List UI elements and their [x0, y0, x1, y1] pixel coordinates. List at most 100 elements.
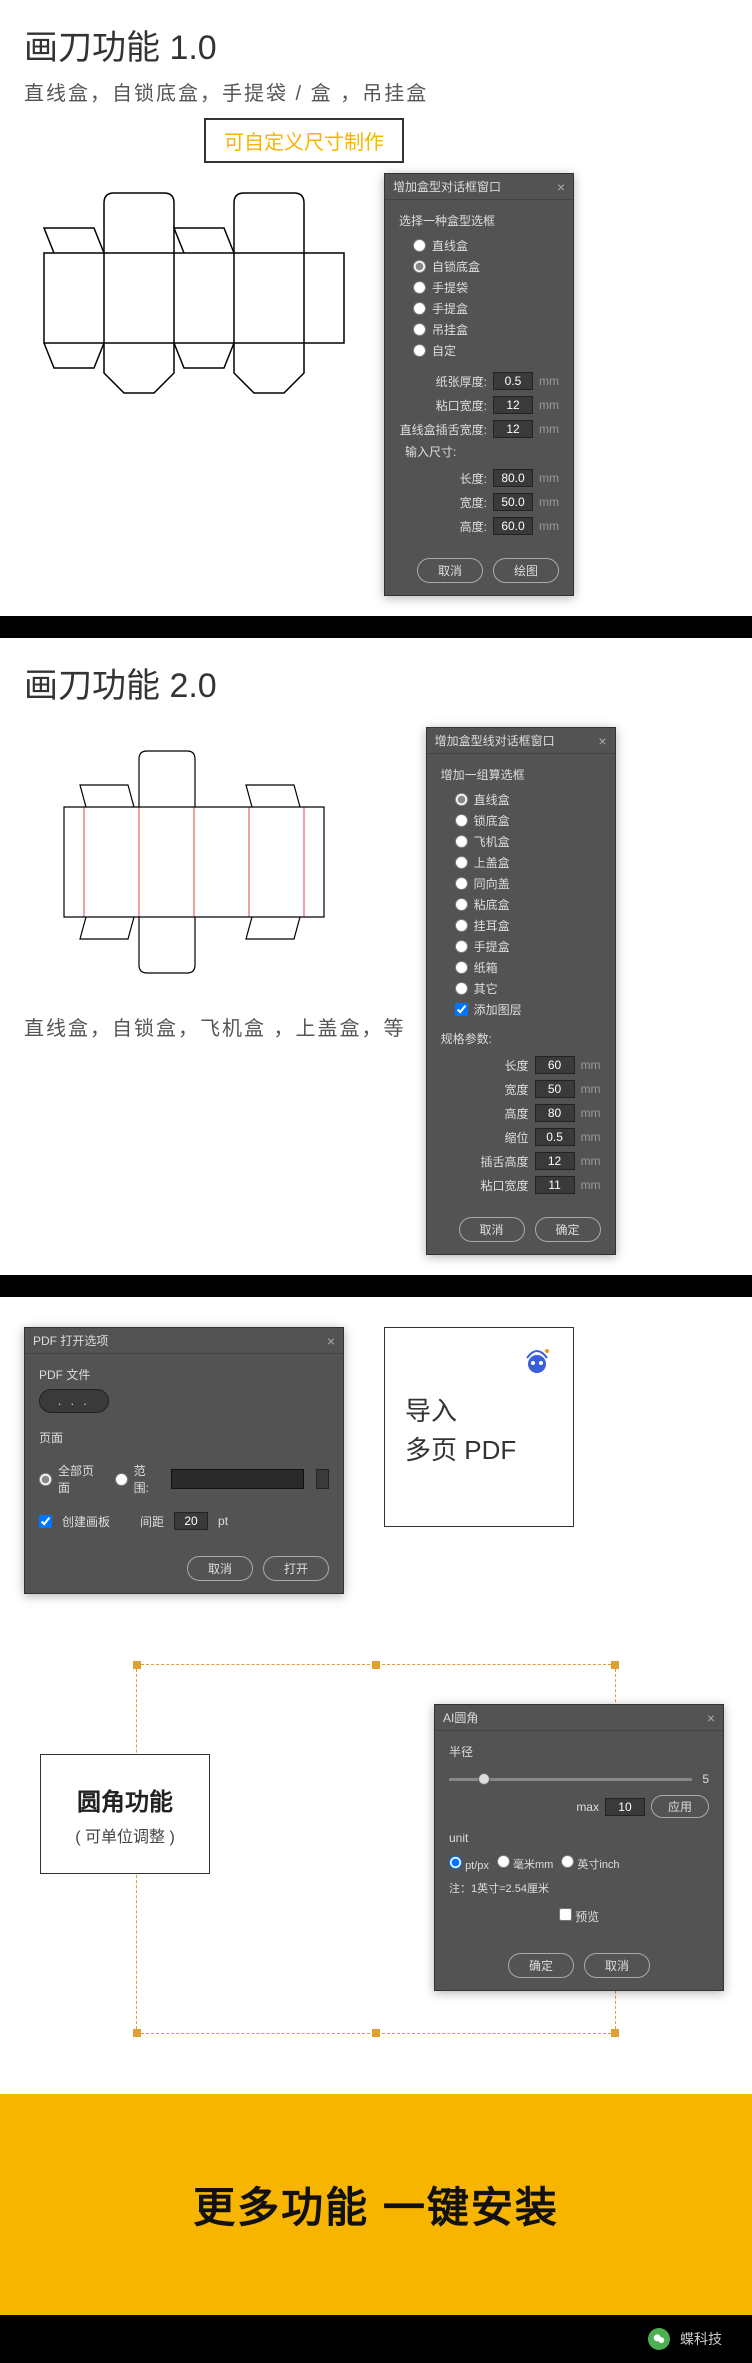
box-type-radio-row[interactable]: 手提袋: [399, 277, 559, 298]
field-label: 插舌高度: [441, 1153, 529, 1170]
artboard-handle[interactable]: [133, 2029, 141, 2037]
box-type-radio[interactable]: [455, 793, 468, 806]
preview-checkbox[interactable]: [559, 1908, 572, 1921]
box-type-radio[interactable]: [413, 323, 426, 336]
artboard-handle[interactable]: [611, 2029, 619, 2037]
box-type-radio-row[interactable]: 锁底盒: [441, 810, 601, 831]
box-type-radio-row[interactable]: 上盖盒: [441, 852, 601, 873]
artboard-handle[interactable]: [133, 1661, 141, 1669]
box-type-radio-row[interactable]: 纸箱: [441, 957, 601, 978]
draw-button[interactable]: 绘图: [493, 558, 559, 583]
add-layer-checkbox[interactable]: [455, 1003, 468, 1016]
field-input[interactable]: 12: [493, 420, 533, 438]
box-type-radio-row[interactable]: 手提盒: [441, 936, 601, 957]
box-type-radio[interactable]: [455, 898, 468, 911]
unit-inch-label: 英寸inch: [577, 1859, 619, 1871]
box-type-radio-row[interactable]: 挂耳盒: [441, 915, 601, 936]
unit-ptpx-radio[interactable]: [449, 1856, 462, 1869]
close-icon[interactable]: ×: [557, 179, 565, 195]
cancel-button[interactable]: 取消: [187, 1556, 253, 1581]
box-type-radio[interactable]: [413, 281, 426, 294]
box-type-radio[interactable]: [413, 344, 426, 357]
preview-label: 预览: [575, 1910, 599, 1924]
field-input[interactable]: 80.0: [493, 469, 533, 487]
field-input[interactable]: 0.5: [493, 372, 533, 390]
unit-inch-radio[interactable]: [561, 1855, 574, 1868]
box-type-radio[interactable]: [455, 919, 468, 932]
field-input[interactable]: 11: [535, 1176, 575, 1194]
box-dialog-1: 增加盒型对话框窗口 × 选择一种盒型选框 直线盒自锁底盒手提袋手提盒吊挂盒自定 …: [384, 173, 574, 596]
all-pages-radio-row[interactable]: 全部页面: [39, 1460, 103, 1498]
box-type-radio-row[interactable]: 直线盒: [441, 789, 601, 810]
footer-banner: 更多功能 一键安装: [0, 2094, 752, 2315]
box-type-radio-row[interactable]: 直线盒: [399, 235, 559, 256]
box-type-radio[interactable]: [455, 814, 468, 827]
ok-button[interactable]: 确定: [535, 1217, 601, 1242]
cancel-button[interactable]: 取消: [584, 1953, 650, 1978]
box-type-label: 手提盒: [474, 938, 510, 955]
field-input[interactable]: 60: [535, 1056, 575, 1074]
slider-thumb[interactable]: [478, 1773, 490, 1785]
box-type-radio-row[interactable]: 飞机盒: [441, 831, 601, 852]
box-type-radio[interactable]: [413, 260, 426, 273]
add-layer-checkbox-row[interactable]: 添加图层: [441, 999, 601, 1020]
box-type-radio-row[interactable]: 自定: [399, 340, 559, 361]
field-label: 长度:: [399, 470, 487, 487]
field-input[interactable]: 50: [535, 1080, 575, 1098]
ok-button[interactable]: 确定: [508, 1953, 574, 1978]
box-type-radio-row[interactable]: 粘底盒: [441, 894, 601, 915]
field-input[interactable]: 60.0: [493, 517, 533, 535]
unit-mm-radio[interactable]: [497, 1855, 510, 1868]
box-type-radio[interactable]: [455, 835, 468, 848]
box-type-radio-row[interactable]: 自锁底盒: [399, 256, 559, 277]
box-type-radio[interactable]: [455, 940, 468, 953]
field-unit: mm: [581, 1154, 601, 1168]
close-icon[interactable]: ×: [707, 1710, 715, 1726]
field-label: 长度: [441, 1057, 529, 1074]
create-artboard-checkbox[interactable]: [39, 1515, 52, 1528]
field-label: 宽度:: [399, 494, 487, 511]
range-radio[interactable]: [115, 1473, 128, 1486]
artboard-handle[interactable]: [372, 1661, 380, 1669]
box-type-radio-row[interactable]: 同向盖: [441, 873, 601, 894]
pdf-file-browse[interactable]: . . .: [39, 1389, 109, 1413]
box-type-radio[interactable]: [455, 877, 468, 890]
range-input[interactable]: [171, 1469, 304, 1489]
wechat-bar: 蝶科技: [0, 2315, 752, 2363]
max-input[interactable]: 10: [605, 1798, 645, 1816]
box-type-radio[interactable]: [455, 856, 468, 869]
box-template-2-svg: [24, 727, 344, 987]
unit-inch-row[interactable]: 英寸inch: [561, 1855, 619, 1872]
dialog2-title: 增加盒型线对话框窗口: [435, 732, 555, 749]
field-input[interactable]: 80: [535, 1104, 575, 1122]
range-spinner[interactable]: [316, 1469, 329, 1489]
unit-ptpx-row[interactable]: pt/px: [449, 1856, 489, 1872]
field-input[interactable]: 50.0: [493, 493, 533, 511]
apply-button[interactable]: 应用: [651, 1795, 709, 1818]
open-button[interactable]: 打开: [263, 1556, 329, 1581]
all-pages-radio[interactable]: [39, 1473, 52, 1486]
artboard-handle[interactable]: [372, 2029, 380, 2037]
radius-slider[interactable]: [449, 1778, 692, 1781]
box-type-radio[interactable]: [455, 982, 468, 995]
cancel-button[interactable]: 取消: [417, 558, 483, 583]
box-type-radio[interactable]: [413, 302, 426, 315]
field-input[interactable]: 12: [535, 1152, 575, 1170]
gap-value-input[interactable]: 20: [174, 1512, 208, 1530]
field-input[interactable]: 0.5: [535, 1128, 575, 1146]
box-type-radio[interactable]: [455, 961, 468, 974]
range-radio-row[interactable]: 范围:: [115, 1460, 159, 1498]
close-icon[interactable]: ×: [327, 1333, 335, 1349]
preview-checkbox-row[interactable]: 预览: [559, 1910, 599, 1924]
field-unit: mm: [581, 1058, 601, 1072]
slider-value: 5: [702, 1772, 709, 1786]
artboard-handle[interactable]: [611, 1661, 619, 1669]
cancel-button[interactable]: 取消: [459, 1217, 525, 1242]
close-icon[interactable]: ×: [598, 733, 606, 749]
field-input[interactable]: 12: [493, 396, 533, 414]
box-type-radio-row[interactable]: 吊挂盒: [399, 319, 559, 340]
box-type-radio[interactable]: [413, 239, 426, 252]
unit-mm-row[interactable]: 毫米mm: [497, 1855, 553, 1872]
box-type-radio-row[interactable]: 其它: [441, 978, 601, 999]
box-type-radio-row[interactable]: 手提盒: [399, 298, 559, 319]
